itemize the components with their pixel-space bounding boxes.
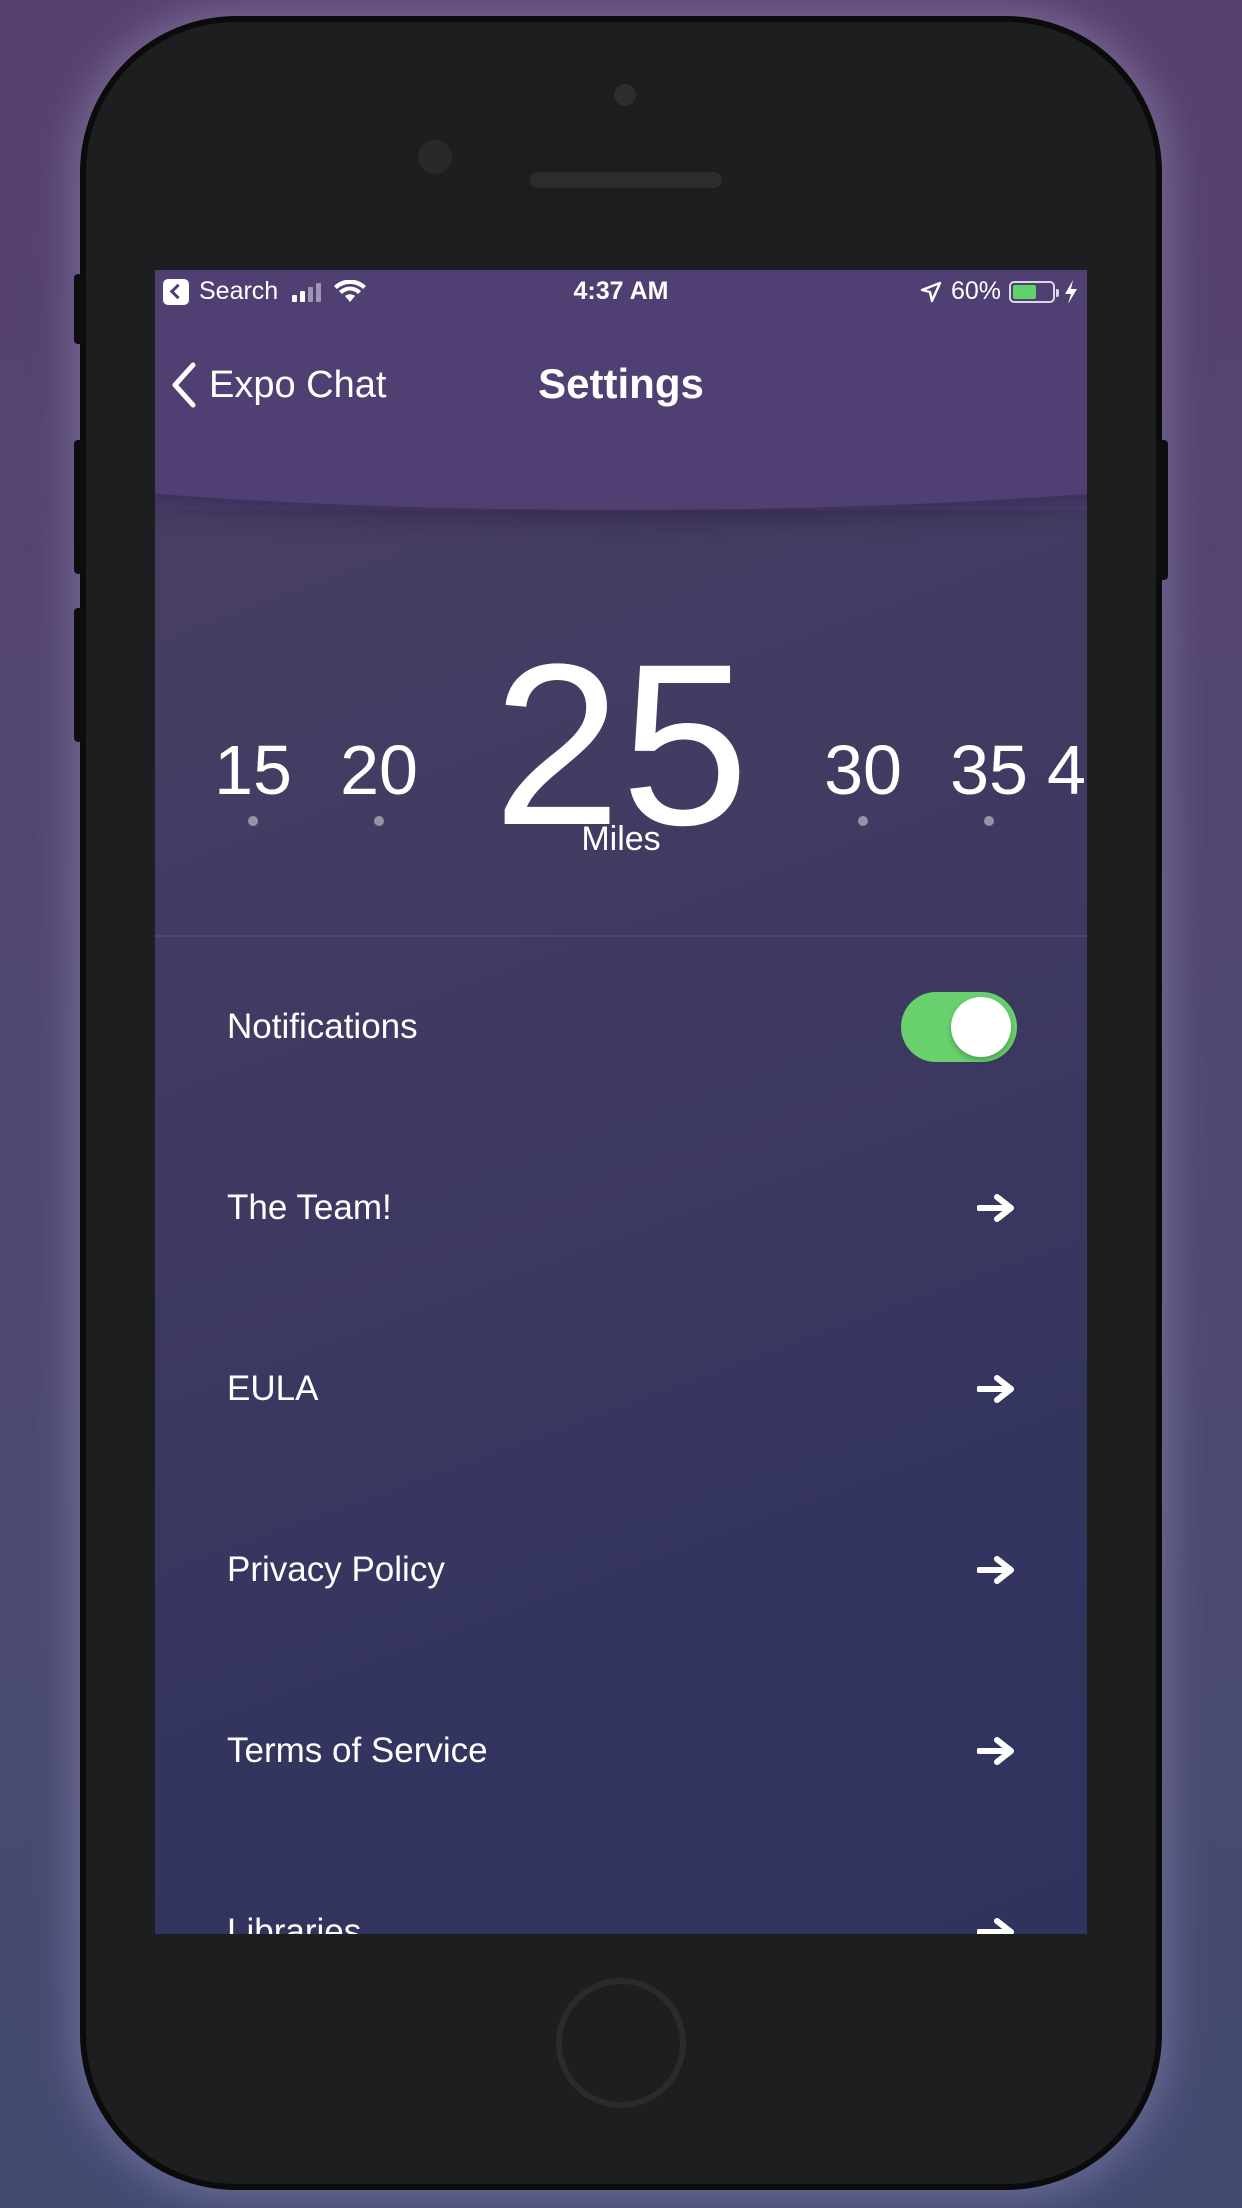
section-divider <box>155 935 1087 937</box>
charging-bolt-icon <box>1065 279 1077 304</box>
battery-fill <box>1013 284 1036 299</box>
picker-tick-partial-right[interactable]: 4 <box>1047 730 1087 810</box>
picker-tick[interactable]: 20 <box>319 730 439 826</box>
arrow-right-icon <box>977 1556 1014 1584</box>
notifications-label: Notifications <box>227 1007 418 1046</box>
settings-item-libraries[interactable]: Libraries <box>227 1887 1017 1934</box>
volume-up-button <box>74 440 86 574</box>
home-button[interactable] <box>556 1978 686 2108</box>
mute-switch <box>74 274 86 344</box>
settings-item-privacy-policy[interactable]: Privacy Policy <box>227 1525 1017 1615</box>
settings-item-label: The Team! <box>227 1188 392 1227</box>
settings-item-label: Libraries <box>227 1912 362 1934</box>
settings-item-the-team[interactable]: The Team! <box>227 1163 1017 1253</box>
picker-tick-label: 15 <box>214 731 292 809</box>
picker-tick-label: 20 <box>340 731 418 809</box>
notifications-toggle[interactable] <box>901 992 1017 1062</box>
status-right: 60% <box>919 277 1079 306</box>
picker-tick[interactable]: 35 <box>929 730 1049 826</box>
notifications-row: Notifications <box>227 982 1017 1072</box>
picker-tick[interactable]: 15 <box>193 730 313 826</box>
picker-tick-partial-left[interactable]: 0 <box>155 730 175 826</box>
page-title: Settings <box>538 360 704 407</box>
picker-tick-label: 4 <box>1047 731 1086 809</box>
earpiece-speaker <box>530 172 722 188</box>
settings-item-terms-of-service[interactable]: Terms of Service <box>227 1706 1017 1796</box>
picker-tick-label: 35 <box>950 731 1028 809</box>
proximity-sensor <box>418 140 452 174</box>
settings-item-eula[interactable]: EULA <box>227 1344 1017 1434</box>
toggle-knob <box>951 997 1011 1057</box>
picker-tick[interactable]: 30 <box>803 730 923 826</box>
battery-percent: 60% <box>950 277 1001 305</box>
arrow-right-icon <box>977 1918 1014 1934</box>
arrow-right-icon <box>977 1375 1014 1403</box>
settings-item-label: EULA <box>227 1369 319 1408</box>
distance-unit: Miles <box>581 820 661 858</box>
power-button <box>1156 440 1168 580</box>
picker-tick-label: 30 <box>824 731 902 809</box>
phone-frame: Search 4:37 AM 60% Expo Chat Settings 15… <box>74 22 1168 2184</box>
arrow-right-icon <box>977 1194 1014 1222</box>
settings-item-label: Privacy Policy <box>227 1550 445 1589</box>
volume-down-button <box>74 608 86 742</box>
front-camera <box>614 84 636 106</box>
app-screen: Search 4:37 AM 60% Expo Chat Settings 15… <box>155 270 1087 1934</box>
location-arrow-icon <box>920 281 942 302</box>
arrow-right-icon <box>977 1737 1014 1765</box>
status-bar: Search 4:37 AM 60% <box>155 270 1087 316</box>
settings-item-label: Terms of Service <box>227 1731 488 1770</box>
battery-icon <box>1009 280 1059 303</box>
